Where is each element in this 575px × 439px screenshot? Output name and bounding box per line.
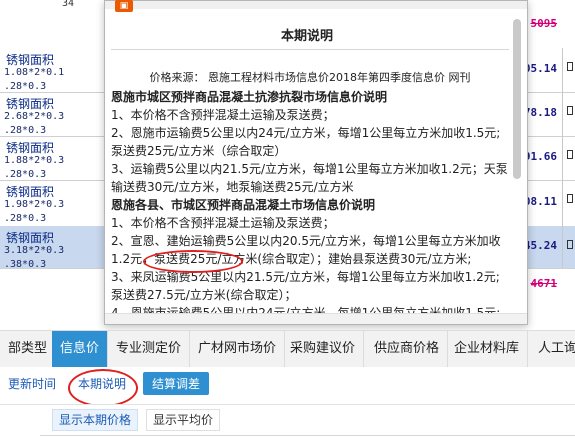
popup-scrollbar-thumb[interactable] <box>513 19 521 179</box>
name-cell[interactable]: 锈钢面积 1.98*2*0.3 .28*0.3 <box>0 180 109 226</box>
marker-icon <box>567 62 573 71</box>
section-heading: 恩施各县、市城区预拌商品混凝土市场信息价说明 <box>111 198 376 212</box>
marker-cell[interactable] <box>562 48 575 92</box>
note-line: 2、恩施市运输费5公里以内24元/立方米，每增1公里每立方米加收1.5元; <box>111 126 501 140</box>
material-name: 锈钢面积 <box>6 97 55 111</box>
note-line: 1、本价格不含预拌混凝土运输及泵送费； <box>111 216 335 230</box>
app-icon: ▣ <box>115 0 133 12</box>
material-name: 锈钢面积 <box>6 141 55 155</box>
spec-line: 1.98*2*0.3 <box>4 199 65 210</box>
tab-1[interactable]: 信息价 <box>52 331 109 367</box>
tab-2[interactable]: 专业测定价 <box>108 331 191 367</box>
marker-icon <box>567 150 573 159</box>
tab-show-current-price[interactable]: 显示本期价格 <box>52 409 139 431</box>
name-cell[interactable]: 锈钢面积 1.08*2*0.1 .28*0.3 <box>0 48 109 92</box>
divider <box>111 49 509 50</box>
spec-line: 1.88*2*0.3 <box>4 155 65 166</box>
spec-line: 1.08*2*0.1 <box>4 67 65 78</box>
popup-header-strip[interactable] <box>105 1 527 9</box>
marker-cell[interactable] <box>562 92 575 136</box>
note-line: 输送费30元/立方米，地泵输送费25元/立方米 <box>111 180 354 194</box>
price-source-tabs: 部类型 信息价 专业测定价 广材网市场价 采购建议价 供应商价格 企业材料库 人工询 <box>0 330 575 368</box>
note-line: 泵送费27.5元/立方米(综合取定）； <box>111 288 297 302</box>
spec-line: .28*0.3 <box>4 81 47 92</box>
section-heading: 恩施市城区预拌商品混凝土抗渗抗裂市场信息价说明 <box>111 90 388 104</box>
note-line: 泵送费25元/立方米（综合取定） <box>111 144 287 158</box>
material-name: 锈钢面积 <box>6 231 55 245</box>
tab-0[interactable]: 部类型 <box>0 331 57 367</box>
name-cell[interactable]: 锈钢面积 1.88*2*0.3 .28*0.3 <box>0 136 109 180</box>
tab-6[interactable]: 企业材料库 <box>446 331 529 367</box>
marker-cell[interactable] <box>562 136 575 180</box>
popup-horizontal-scrollbar[interactable] <box>105 313 527 324</box>
marker-icon <box>567 194 573 203</box>
tab-3[interactable]: 广材网市场价 <box>190 331 286 367</box>
tab-5[interactable]: 供应商价格 <box>366 331 449 367</box>
note-line: 3、运输费5公里以内21.5元/立方米，每增1公里每立方米加收1.2元；天泵 <box>111 162 508 176</box>
spec-line: .28*0.3 <box>4 169 47 180</box>
spec-line: .28*0.3 <box>4 125 47 136</box>
marker-cell[interactable] <box>562 226 575 268</box>
tab-show-average-price[interactable]: 显示平均价 <box>146 409 221 431</box>
divider <box>40 435 575 436</box>
annotation-circle <box>68 369 138 407</box>
spec-line: 3.18*2*0.3 <box>4 245 65 256</box>
note-line: 1、本价格不含预拌混凝土运输及泵送费； <box>111 108 335 122</box>
price-display-tabs: 显示本期价格 显示平均价 <box>0 404 575 439</box>
material-name: 锈钢面积 <box>6 53 55 67</box>
name-cell[interactable]: 锈钢面积 3.18*2*0.3 .38*0.3 <box>0 226 109 270</box>
struck-value: 4671 <box>530 277 558 290</box>
marker-icon <box>567 106 573 115</box>
price-source: 价格来源： 恩施工程材料市场信息价2018年第四季度信息价 网刊 <box>149 71 471 84</box>
period-notes-popup: ▣ 本期说明 价格来源： 恩施工程材料市场信息价2018年第四季度信息价 网刊 … <box>104 0 528 325</box>
settlement-button[interactable]: 结算调差 <box>143 372 210 395</box>
marker-icon <box>567 240 573 249</box>
spec-line: .38*0.3 <box>4 259 47 270</box>
popup-scrollbar-track[interactable] <box>513 9 525 321</box>
popup-content: 价格来源： 恩施工程材料市场信息价2018年第四季度信息价 网刊 恩施市城区预拌… <box>111 69 509 317</box>
name-cell[interactable]: 锈钢面积 2.68*2*0.3 .28*0.3 <box>0 92 109 136</box>
update-time-button[interactable]: 更新时间 <box>8 375 56 392</box>
popup-title: 本期说明 <box>280 29 333 44</box>
marker-cell[interactable] <box>562 180 575 226</box>
tab-7[interactable]: 人工询 <box>530 331 575 367</box>
tab-4[interactable]: 采购建议价 <box>282 331 365 367</box>
row-index: 34 <box>62 0 75 9</box>
note-line: 2、宣恩、建始运输费5公里以内20.5元/立方米，每增1公里每立方米加收 <box>111 234 501 248</box>
material-name: 锈钢面积 <box>6 185 55 199</box>
struck-value: 5095 <box>530 17 558 30</box>
spec-line: 2.68*2*0.3 <box>4 111 65 122</box>
annotation-circle <box>143 250 243 273</box>
spec-line: .28*0.3 <box>4 213 47 224</box>
